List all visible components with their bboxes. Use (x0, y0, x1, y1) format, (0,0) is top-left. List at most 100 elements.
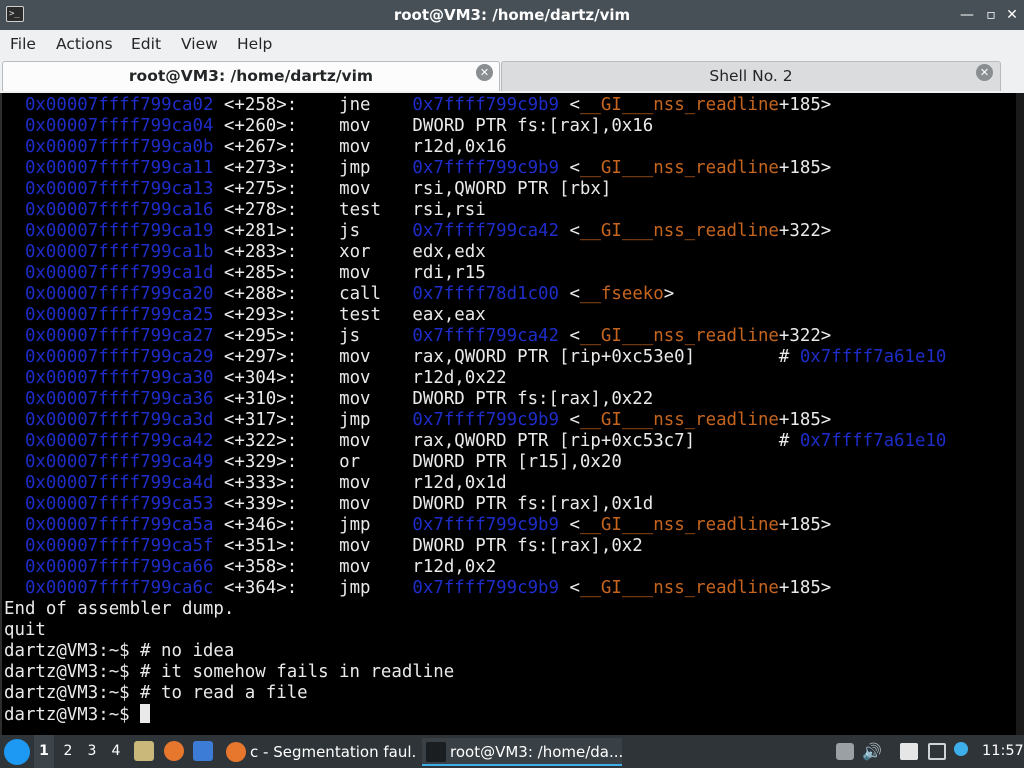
asm-line: 0x00007ffff799ca20 <+288>: call 0x7ffff7… (4, 284, 674, 305)
desktop-4-button[interactable]: 4 (106, 735, 126, 768)
instruction-address: 0x00007ffff799ca11 (24, 158, 214, 178)
instruction-operands: rdi,r15 (412, 263, 486, 283)
terminal-output-line: quit (4, 620, 46, 640)
task-firefox[interactable]: c - Segmentation faul... (222, 738, 417, 766)
task-label: root@VM3: /home/da... (450, 743, 622, 761)
tab-label: root@VM3: /home/dartz/vim (128, 67, 374, 85)
symbol-open: < (569, 515, 580, 535)
terminal-output-line: dartz@VM3:~$ # no idea (4, 641, 235, 661)
symbol-name: __GI___nss_readline (579, 410, 779, 430)
firefox-icon[interactable] (164, 741, 184, 761)
tab-root-vim[interactable]: root@VM3: /home/dartz/vim (2, 61, 500, 91)
instruction-mnemonic: jmp (339, 158, 371, 178)
close-icon[interactable]: ✕ (1003, 5, 1021, 25)
menu-view[interactable]: View (181, 30, 218, 58)
network-icon[interactable] (928, 743, 946, 760)
menu-help[interactable]: Help (237, 30, 272, 58)
asm-line: 0x00007ffff799ca3d <+317>: jmp 0x7ffff79… (4, 410, 831, 431)
asm-line: 0x00007ffff799ca53 <+339>: mov DWORD PTR… (4, 494, 653, 515)
instruction-mnemonic: js (339, 326, 361, 346)
instruction-operands: DWORD PTR fs:[rax],0x16 (412, 116, 654, 136)
asm-line: 0x00007ffff799ca30 <+304>: mov r12d,0x22 (4, 368, 507, 389)
symbol-name: __GI___nss_readline (579, 158, 779, 178)
instruction-address: 0x00007ffff799ca04 (24, 116, 214, 136)
instruction-offset: <+260>: (223, 116, 298, 136)
instruction-address: 0x00007ffff799ca19 (24, 221, 214, 241)
instruction-address: 0x00007ffff799ca49 (24, 452, 214, 472)
updates-icon[interactable] (836, 743, 854, 760)
instruction-operands: r12d,0x16 (412, 137, 507, 157)
instruction-operands: rax,QWORD PTR [rip+0xc53e0] (412, 347, 779, 367)
instruction-mnemonic: jmp (339, 410, 371, 430)
asm-line: 0x00007ffff799ca27 <+295>: js 0x7ffff799… (4, 326, 831, 347)
instruction-address: 0x00007ffff799ca27 (24, 326, 214, 346)
comment-address: 0x7ffff7a61e10 (799, 431, 947, 451)
instruction-mnemonic: mov (339, 473, 371, 493)
terminal-icon (426, 742, 446, 762)
instruction-mnemonic: jmp (339, 578, 371, 598)
symbol-open: < (569, 578, 580, 598)
instruction-offset: <+358>: (223, 557, 298, 577)
notifications-icon[interactable] (954, 742, 968, 756)
minimize-icon[interactable]: — (958, 5, 976, 25)
jump-target-address: 0x7ffff799c9b9 (412, 95, 559, 115)
desktop-3-button[interactable]: 3 (82, 735, 102, 768)
maximize-icon[interactable]: ▫ (982, 5, 1000, 25)
asm-line: 0x00007ffff799ca13 <+275>: mov rsi,QWORD… (4, 179, 611, 200)
menu-edit[interactable]: Edit (131, 30, 161, 58)
instruction-operands: rsi,QWORD PTR [rbx] (412, 179, 612, 199)
asm-line: 0x00007ffff799ca04 <+260>: mov DWORD PTR… (4, 116, 653, 137)
menu-file[interactable]: File (10, 30, 36, 58)
jump-target-address: 0x7ffff799c9b9 (412, 410, 559, 430)
instruction-address: 0x00007ffff799ca36 (24, 389, 214, 409)
asm-line: 0x00007ffff799ca5f <+351>: mov DWORD PTR… (4, 536, 643, 557)
symbol-open: < (569, 326, 580, 346)
tab-close-icon[interactable]: ✕ (976, 64, 993, 81)
tab-close-icon[interactable]: ✕ (476, 64, 493, 81)
instruction-offset: <+267>: (223, 137, 298, 157)
symbol-offset: +185> (778, 515, 832, 535)
text-cursor[interactable] (140, 704, 151, 723)
instruction-offset: <+364>: (223, 578, 298, 598)
instruction-operands: DWORD PTR fs:[rax],0x22 (412, 389, 654, 409)
instruction-address: 0x00007ffff799ca4d (24, 473, 214, 493)
desktop-2-button[interactable]: 2 (58, 735, 78, 768)
volume-icon[interactable]: 🔊 (862, 743, 882, 760)
asm-line: 0x00007ffff799ca4d <+333>: mov r12d,0x1d (4, 473, 507, 494)
instruction-mnemonic: mov (339, 347, 371, 367)
asm-line: 0x00007ffff799ca1d <+285>: mov rdi,r15 (4, 263, 486, 284)
menu-actions[interactable]: Actions (56, 30, 113, 58)
clock[interactable]: 11:57 (982, 735, 1024, 768)
instruction-offset: <+278>: (223, 200, 298, 220)
instruction-mnemonic: mov (339, 431, 371, 451)
terminal-output-line: End of assembler dump. (4, 599, 235, 619)
file-manager-icon[interactable] (134, 741, 154, 761)
symbol-offset: +185> (778, 95, 832, 115)
terminal-view[interactable]: 0x00007ffff799ca02 <+258>: jne 0x7ffff79… (0, 93, 1024, 735)
symbol-open: < (569, 221, 580, 241)
desktop-1-button[interactable]: 1 (34, 735, 54, 768)
symbol-open: < (569, 95, 580, 115)
asm-line: 0x00007ffff799ca49 <+329>: or DWORD PTR … (4, 452, 622, 473)
instruction-mnemonic: xor (339, 242, 371, 262)
symbol-name: __GI___nss_readline (579, 221, 779, 241)
instruction-address: 0x00007ffff799ca13 (24, 179, 214, 199)
asm-line: 0x00007ffff799ca25 <+293>: test eax,eax (4, 305, 486, 326)
window-titlebar[interactable]: >_ root@VM3: /home/dartz/vim — ▫ ✕ (0, 0, 1024, 30)
asm-line: 0x00007ffff799ca5a <+346>: jmp 0x7ffff79… (4, 515, 831, 536)
instruction-address: 0x00007ffff799ca6c (24, 578, 214, 598)
menubar: File Actions Edit View Help (0, 30, 1024, 58)
symbol-name: __GI___nss_readline (579, 326, 779, 346)
instruction-offset: <+273>: (223, 158, 298, 178)
instruction-operands: rsi,rsi (412, 200, 486, 220)
terminal-scrollbar[interactable] (1016, 93, 1024, 735)
symbol-name: __GI___nss_readline (579, 515, 779, 535)
window-title: root@VM3: /home/dartz/vim (393, 6, 631, 24)
clipboard-icon[interactable] (900, 743, 918, 760)
task-terminal[interactable]: root@VM3: /home/da... (422, 738, 622, 766)
asm-line: 0x00007ffff799ca36 <+310>: mov DWORD PTR… (4, 389, 653, 410)
tab-shell-2[interactable]: Shell No. 2 (501, 61, 1001, 91)
show-desktop-icon[interactable] (193, 741, 213, 761)
app-launcher-icon[interactable] (4, 739, 30, 765)
jump-target-address: 0x7ffff799c9b9 (412, 158, 559, 178)
